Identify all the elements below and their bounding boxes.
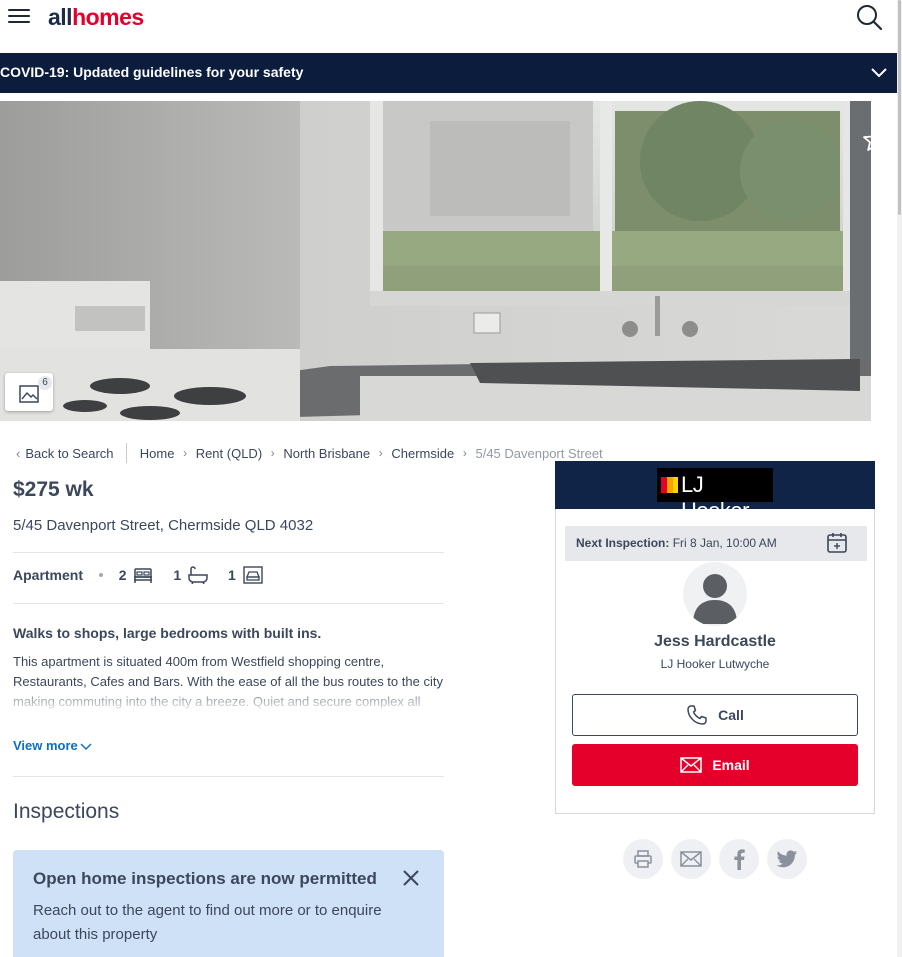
- agent-card: Next Inspection: Fri 8 Jan, 10:00 AM Jes…: [555, 509, 875, 814]
- chevron-left-icon: ‹: [16, 446, 21, 462]
- agency-logo-mark: [661, 477, 678, 493]
- notice-body: Reach out to the agent to find out more …: [33, 902, 382, 943]
- covid-banner[interactable]: COVID-19: Updated guidelines for your sa…: [0, 53, 897, 93]
- divider: [13, 552, 444, 553]
- site-header: allhomes: [0, 0, 902, 53]
- back-to-search-link[interactable]: ‹ Back to Search: [16, 444, 114, 462]
- bathrooms-count: 1: [173, 567, 182, 584]
- photo-gallery-button[interactable]: 6: [5, 373, 53, 411]
- share-email-button[interactable]: [671, 839, 711, 879]
- call-label: Call: [718, 707, 744, 723]
- phone-icon: [687, 705, 707, 725]
- chevron-right-icon: ›: [183, 445, 188, 460]
- parking-count: 1: [227, 567, 236, 584]
- view-more-label: View more: [13, 738, 78, 753]
- share-twitter-button[interactable]: [767, 839, 807, 879]
- property-photo[interactable]: [0, 101, 871, 421]
- chevron-right-icon: ›: [462, 445, 467, 460]
- divider: [13, 603, 444, 604]
- email-button[interactable]: Email: [572, 744, 858, 786]
- view-more-link[interactable]: View more: [13, 738, 92, 753]
- listing-price: $275 wk: [13, 478, 94, 501]
- call-button[interactable]: Call: [572, 694, 858, 736]
- add-to-calendar-icon[interactable]: [825, 531, 849, 555]
- car-icon: [242, 566, 263, 584]
- logo-text-homes: homes: [72, 4, 144, 30]
- facebook-icon: [734, 849, 745, 870]
- breadcrumb-home[interactable]: Home: [140, 445, 175, 462]
- description-fade: [13, 690, 445, 712]
- back-to-search-label: Back to Search: [25, 446, 114, 462]
- chevron-right-icon: ›: [378, 445, 383, 460]
- inspections-heading: Inspections: [13, 800, 120, 823]
- photo-count-badge: 6: [38, 376, 52, 390]
- divider: [13, 776, 444, 777]
- bed-icon: [134, 568, 153, 584]
- kitchen-photo-illustration: [0, 101, 871, 421]
- breadcrumb-current: 5/45 Davenport Street: [475, 445, 603, 461]
- person-silhouette-icon: [693, 574, 737, 624]
- logo-text-all: all: [48, 4, 73, 30]
- allhomes-logo[interactable]: allhomes: [48, 3, 144, 31]
- email-label: Email: [712, 757, 750, 773]
- chevron-right-icon: ›: [270, 445, 275, 460]
- agency-banner[interactable]: LJ Hooker: [555, 461, 875, 523]
- scrollbar-thumb[interactable]: [898, 0, 901, 215]
- envelope-icon: [680, 757, 703, 773]
- share-facebook-button[interactable]: [719, 839, 759, 879]
- close-icon[interactable]: [401, 868, 421, 888]
- notice-title: Open home inspections are now permitted: [33, 869, 377, 888]
- bath-icon: [188, 566, 208, 585]
- property-type: Apartment: [13, 567, 84, 584]
- chevron-down-icon: [80, 743, 92, 750]
- covid-banner-text: COVID-19: Updated guidelines for your sa…: [0, 64, 304, 80]
- inspection-notice: Open home inspections are now permitted …: [13, 850, 444, 957]
- breadcrumb-chermside[interactable]: Chermside: [391, 445, 454, 462]
- listing-headline: Walks to shops, large bedrooms with buil…: [13, 625, 322, 641]
- mail-icon: [680, 851, 702, 867]
- property-features: Apartment 2 1 1: [13, 566, 263, 590]
- separator-dot: [98, 573, 103, 578]
- next-inspection-row: Next Inspection: Fri 8 Jan, 10:00 AM: [565, 526, 867, 561]
- chevron-down-icon: [871, 68, 887, 78]
- breadcrumb-rent-qld[interactable]: Rent (QLD): [196, 445, 262, 462]
- next-inspection-value: Fri 8 Jan, 10:00 AM: [672, 536, 777, 550]
- favourite-star-icon[interactable]: [862, 127, 888, 153]
- next-inspection-label: Next Inspection:: [576, 536, 670, 550]
- agent-name[interactable]: Jess Hardcastle: [556, 633, 874, 651]
- print-button[interactable]: [623, 839, 663, 879]
- agency-logo: LJ Hooker: [657, 468, 773, 523]
- agent-office[interactable]: LJ Hooker Lutwyche: [556, 657, 874, 671]
- breadcrumb-divider: [126, 443, 128, 463]
- image-icon: [19, 385, 39, 403]
- agent-avatar: [683, 562, 747, 626]
- print-icon: [634, 850, 652, 868]
- menu-icon[interactable]: [8, 9, 30, 25]
- listing-address: 5/45 Davenport Street, Chermside QLD 403…: [13, 517, 314, 534]
- next-inspection-text: Next Inspection: Fri 8 Jan, 10:00 AM: [576, 536, 777, 550]
- breadcrumb: ‹ Back to Search Home › Rent (QLD) › Nort…: [16, 443, 603, 463]
- search-icon[interactable]: [855, 3, 883, 31]
- breadcrumb-north-brisbane[interactable]: North Brisbane: [283, 445, 370, 462]
- bedrooms-count: 2: [118, 567, 127, 584]
- twitter-icon: [776, 850, 797, 868]
